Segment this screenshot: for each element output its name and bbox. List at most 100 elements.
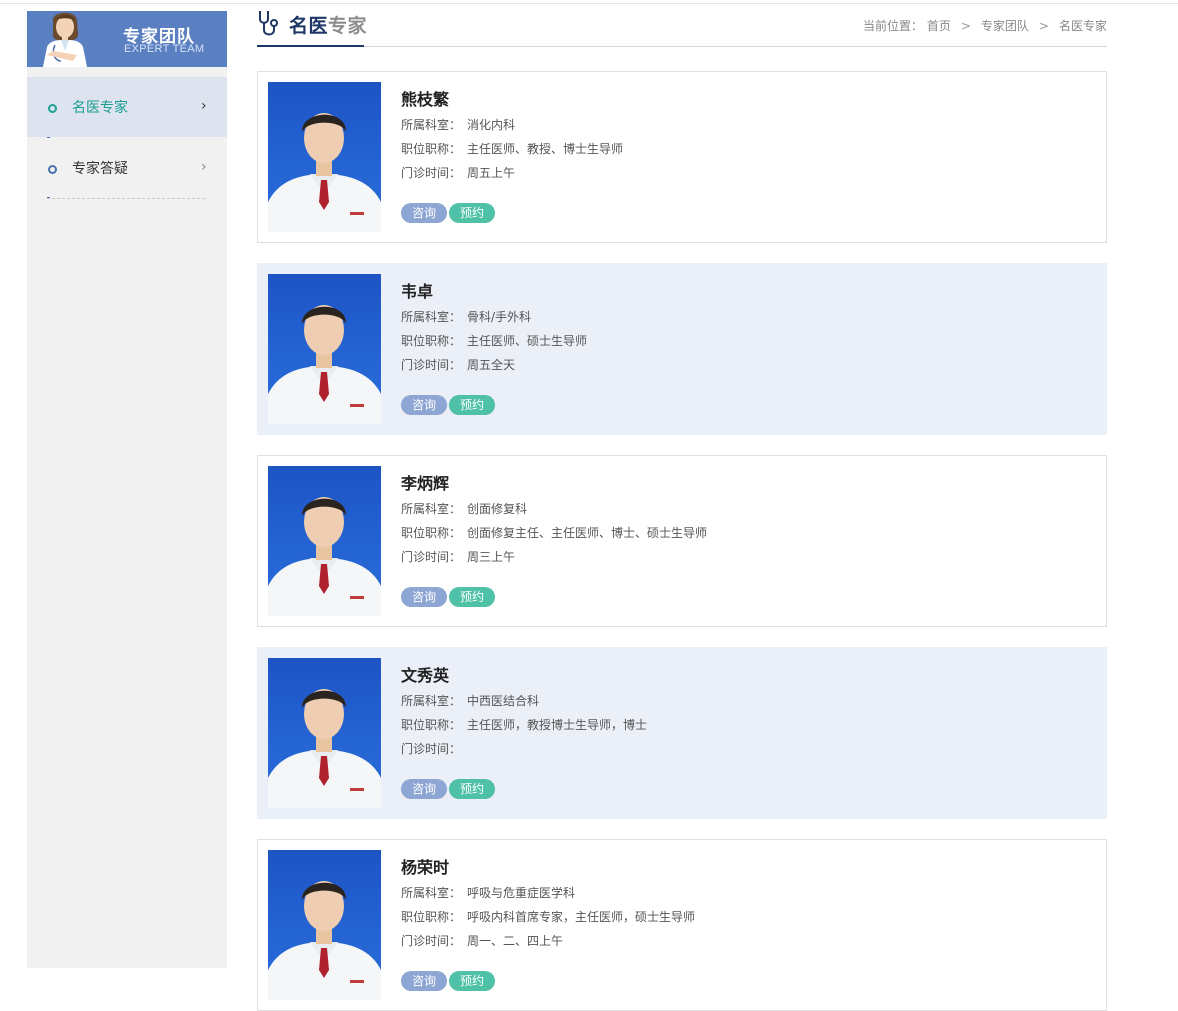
title-label: 职位职称： (401, 142, 462, 156)
book-button[interactable]: 预约 (449, 971, 496, 991)
divider-mark (47, 197, 50, 198)
doctor-portrait-icon (268, 689, 381, 808)
doctor-photo[interactable] (268, 658, 381, 808)
doctor-portrait-icon (268, 881, 381, 1000)
title-value: 呼吸内科首席专家，主任医师，硕士生导师 (467, 910, 696, 924)
title-underline (257, 45, 364, 47)
sidebar-item-label: 专家答疑 (72, 161, 128, 177)
title-row: 职位职称： 主任医师、教授、博士生导师 (401, 137, 623, 161)
consult-button[interactable]: 咨询 (401, 587, 448, 607)
dept-label: 所属科室： (401, 886, 462, 900)
title-row: 职位职称： 主任医师，教授博士生导师，博士 (401, 713, 647, 737)
divider (47, 198, 205, 199)
dept-row: 所属科室： 消化内科 (401, 113, 623, 137)
title-value: 主任医师，教授博士生导师，博士 (467, 718, 648, 732)
book-button[interactable]: 预约 (449, 395, 496, 415)
title-label: 职位职称： (401, 910, 462, 924)
doctor-photo[interactable] (268, 466, 381, 616)
title-row: 职位职称： 主任医师、硕士生导师 (401, 329, 587, 353)
doctor-info: 熊枝繁 所属科室： 消化内科 职位职称： 主任医师、教授、博士生导师 门诊时间： 周五… (401, 86, 623, 185)
chevron-right-icon: › (201, 98, 207, 114)
header-divider (257, 46, 1107, 47)
clinic-label: 门诊时间： (401, 358, 462, 372)
page-title-primary: 名医 (289, 15, 329, 37)
doctor-card: 李炳辉 所属科室： 创面修复科 职位职称： 创面修复主任、主任医师、博士、硕士生导师… (257, 455, 1107, 627)
consult-button[interactable]: 咨询 (401, 203, 448, 223)
title-value: 主任医师、硕士生导师 (467, 334, 588, 348)
doctor-name[interactable]: 韦卓 (401, 278, 587, 301)
top-divider (0, 3, 1178, 4)
card-actions: 咨询 预约 (401, 202, 497, 223)
doctor-card: 韦卓 所属科室： 骨科/手外科 职位职称： 主任医师、硕士生导师 门诊时间： 周五全天… (257, 263, 1107, 435)
title-row: 职位职称： 创面修复主任、主任医师、博士、硕士生导师 (401, 521, 707, 545)
doctor-photo[interactable] (268, 274, 381, 424)
doctor-portrait-icon (268, 305, 381, 424)
chevron-right-icon: › (201, 159, 207, 175)
doctor-info: 李炳辉 所属科室： 创面修复科 职位职称： 创面修复主任、主任医师、博士、硕士生导师… (401, 470, 707, 569)
clinic-value: 周五上午 (467, 166, 516, 180)
clinic-label: 门诊时间： (401, 934, 462, 948)
doctor-name[interactable]: 文秀英 (401, 662, 647, 685)
title-label: 职位职称： (401, 334, 462, 348)
consult-button[interactable]: 咨询 (401, 779, 448, 799)
doctor-photo[interactable] (268, 850, 381, 1000)
card-actions: 咨询 预约 (401, 586, 497, 607)
doctor-portrait-icon (268, 497, 381, 616)
breadcrumb-home[interactable]: 首页 (927, 19, 951, 33)
dept-value: 骨科/手外科 (467, 310, 532, 324)
dept-row: 所属科室： 创面修复科 (401, 497, 707, 521)
clinic-value: 周一、二、四上午 (467, 934, 564, 948)
bullet-icon (48, 104, 57, 113)
clinic-row: 门诊时间： 周一、二、四上午 (401, 929, 695, 953)
dept-label: 所属科室： (401, 694, 462, 708)
title-value: 创面修复主任、主任医师、博士、硕士生导师 (467, 526, 708, 540)
clinic-value: 周三上午 (467, 550, 516, 564)
consult-button[interactable]: 咨询 (401, 971, 448, 991)
clinic-label: 门诊时间： (401, 550, 462, 564)
breadcrumb-prefix: 当前位置： (862, 19, 923, 33)
dept-row: 所属科室： 骨科/手外科 (401, 305, 587, 329)
title-label: 职位职称： (401, 718, 462, 732)
sidebar-item-expert-qa[interactable]: 专家答疑 › (27, 138, 227, 198)
card-actions: 咨询 预约 (401, 394, 497, 415)
doctor-name[interactable]: 杨荣时 (401, 854, 695, 877)
sidebar-subtitle: EXPERT TEAM (124, 43, 205, 55)
clinic-row: 门诊时间： 周三上午 (401, 545, 707, 569)
doctor-info: 文秀英 所属科室： 中西医结合科 职位职称： 主任医师，教授博士生导师，博士 门诊时… (401, 662, 647, 761)
dept-row: 所属科室： 呼吸与危重症医学科 (401, 881, 695, 905)
breadcrumb: 当前位置： 首页 > 专家团队 > 名医专家 (863, 17, 1107, 34)
dept-value: 创面修复科 (467, 502, 528, 516)
page-title-secondary: 专家 (328, 15, 368, 37)
clinic-row: 门诊时间： (401, 737, 647, 761)
doctor-card: 杨荣时 所属科室： 呼吸与危重症医学科 职位职称： 呼吸内科首席专家，主任医师，硕士… (257, 839, 1107, 1011)
doctor-illustration-icon (43, 12, 87, 67)
doctor-info: 韦卓 所属科室： 骨科/手外科 职位职称： 主任医师、硕士生导师 门诊时间： 周五全天 (401, 278, 587, 377)
book-button[interactable]: 预约 (449, 587, 496, 607)
clinic-label: 门诊时间： (401, 166, 462, 180)
breadcrumb-expert-team[interactable]: 专家团队 (981, 19, 1029, 33)
doctor-name[interactable]: 李炳辉 (401, 470, 707, 493)
doctor-info: 杨荣时 所属科室： 呼吸与危重症医学科 职位职称： 呼吸内科首席专家，主任医师，硕士… (401, 854, 695, 953)
doctor-name[interactable]: 熊枝繁 (401, 86, 623, 109)
consult-button[interactable]: 咨询 (401, 395, 448, 415)
sidebar-item-label: 名医专家 (72, 100, 128, 116)
doctor-photo[interactable] (268, 82, 381, 232)
doctor-card: 熊枝繁 所属科室： 消化内科 职位职称： 主任医师、教授、博士生导师 门诊时间： 周五… (257, 71, 1107, 243)
clinic-label: 门诊时间： (401, 742, 462, 756)
bullet-icon (48, 165, 57, 174)
sidebar: 专家团队 EXPERT TEAM 名医专家 › 专家答疑 › (27, 11, 227, 968)
sidebar-header: 专家团队 EXPERT TEAM (27, 11, 227, 67)
card-actions: 咨询 预约 (401, 970, 497, 991)
breadcrumb-separator-icon: > (960, 19, 971, 33)
doctor-card: 文秀英 所属科室： 中西医结合科 职位职称： 主任医师，教授博士生导师，博士 门诊时… (257, 647, 1107, 819)
breadcrumb-separator-icon: > (1038, 19, 1049, 33)
title-value: 主任医师、教授、博士生导师 (467, 142, 624, 156)
page-title: 名医专家 (289, 11, 367, 38)
dept-value: 中西医结合科 (467, 694, 540, 708)
card-actions: 咨询 预约 (401, 778, 497, 799)
book-button[interactable]: 预约 (449, 779, 496, 799)
book-button[interactable]: 预约 (449, 203, 496, 223)
dept-row: 所属科室： 中西医结合科 (401, 689, 647, 713)
sidebar-item-famous-experts[interactable]: 名医专家 › (27, 77, 227, 137)
title-label: 职位职称： (401, 526, 462, 540)
